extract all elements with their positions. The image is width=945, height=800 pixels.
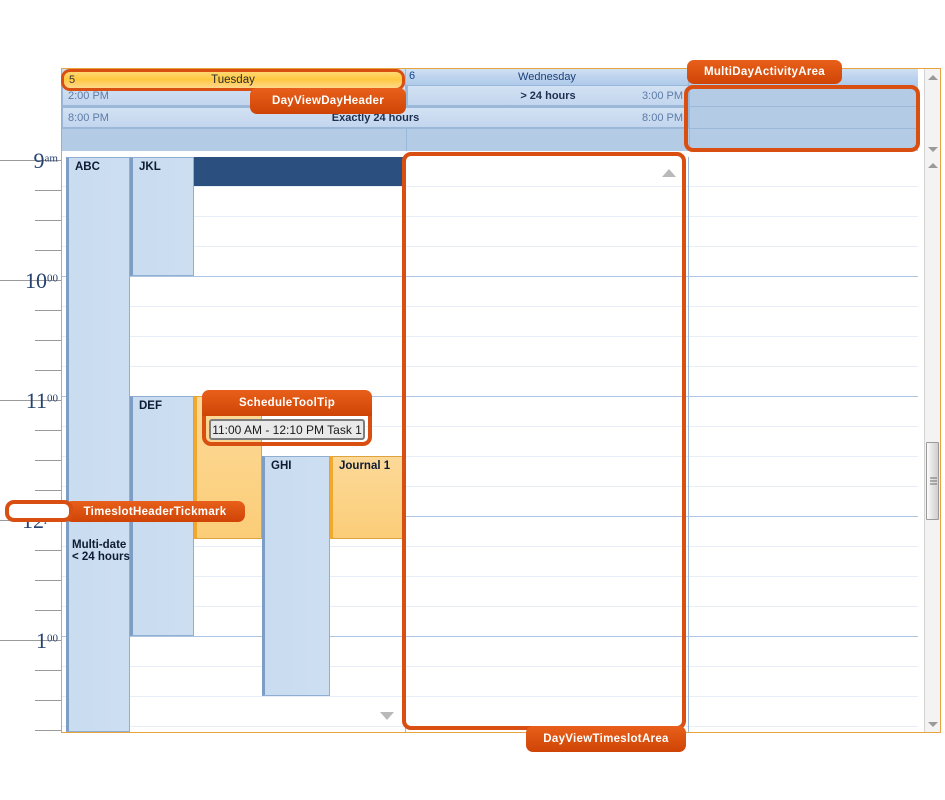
time-label-11: 1100 <box>25 388 58 413</box>
appointment-jkl[interactable]: JKL <box>130 157 194 276</box>
multi-day-segment-gt24h[interactable]: > 24 hours 3:00 PM <box>407 85 689 106</box>
tickmark-minor <box>35 460 61 461</box>
callout-schedule-tooltip: ScheduleToolTip <box>202 390 372 416</box>
tickmark-minor <box>35 580 61 581</box>
tickmark-minor <box>35 220 61 221</box>
multi-day-scrollbar[interactable] <box>924 69 940 157</box>
multi-day-row: 8:00 PM Exactly 24 hours 8:00 PM <box>62 107 918 129</box>
multi-day-scroll-up-button[interactable] <box>925 69 940 85</box>
scroll-up-arrow-icon[interactable] <box>662 169 676 177</box>
tickmark-minor <box>35 490 61 491</box>
schedule-tooltip: 11:00 AM - 12:10 PM Task 1 <box>209 419 365 440</box>
chevron-down-icon <box>927 146 938 152</box>
chevron-down-icon <box>927 721 938 727</box>
timeslot-vertical-scrollbar[interactable] <box>924 157 940 732</box>
chevron-up-icon <box>927 74 938 80</box>
tickmark-minor <box>35 670 61 671</box>
scroll-down-arrow-icon[interactable] <box>380 712 394 720</box>
time-label-1: 100 <box>36 628 58 653</box>
multi-day-activity-area[interactable]: 2:00 PM > 24 hours 3:00 PM 8:00 PM Exact… <box>62 85 918 151</box>
timeslot-header-ruler[interactable]: 9am 1000 1100 12pm 100 <box>0 145 61 735</box>
appointment-journal1[interactable]: Journal 1 <box>330 456 403 539</box>
tickmark-minor <box>35 190 61 191</box>
multi-day-scroll-down-button[interactable] <box>925 141 940 157</box>
tickmark-minor <box>35 730 61 731</box>
scrollbar-up-button[interactable] <box>925 157 940 173</box>
scrollbar-down-button[interactable] <box>925 716 940 732</box>
tickmark-minor <box>35 700 61 701</box>
multi-day-row-empty[interactable] <box>62 129 918 151</box>
tickmark-minor <box>35 250 61 251</box>
time-label-10: 1000 <box>25 268 58 293</box>
day-header-wednesday[interactable]: 6 Wednesday <box>406 69 689 85</box>
tickmark-minor <box>35 340 61 341</box>
day-column-wednesday[interactable] <box>406 157 689 732</box>
scheduler-control: 5 Tuesday 6 Wednesday 2:00 PM > 24 hours… <box>61 68 941 733</box>
tickmark-minor <box>35 310 61 311</box>
appointment-multidate-label[interactable]: Multi-date < 24 hours <box>66 536 130 732</box>
tickmark-minor <box>35 370 61 371</box>
highlight-timeslot-header-tickmark <box>5 500 73 522</box>
callout-day-view-day-header: DayViewDayHeader <box>250 88 406 114</box>
callout-multi-day-activity-area: MultiDayActivityArea <box>687 60 842 84</box>
callout-day-view-timeslot-area: DayViewTimeslotArea <box>526 726 686 752</box>
tickmark-minor <box>35 430 61 431</box>
tickmark-minor <box>35 610 61 611</box>
selected-timeslot[interactable] <box>194 157 406 186</box>
appointment-ghi[interactable]: GHI <box>262 456 330 696</box>
day-view-timeslot-area[interactable]: ABC JKL DEF Task 1 GHI Journal 1 Multi-d… <box>62 157 918 732</box>
time-label-9: 9am <box>33 148 58 173</box>
day-column-next[interactable] <box>689 157 918 732</box>
tickmark-minor <box>35 550 61 551</box>
callout-timeslot-header-tickmark: TimeslotHeaderTickmark <box>65 501 245 522</box>
screenshot-root: 9am 1000 1100 12pm 100 <box>0 0 945 800</box>
scrollbar-grip-icon <box>930 477 937 485</box>
scrollbar-thumb[interactable] <box>926 442 939 520</box>
chevron-up-icon <box>927 162 938 168</box>
